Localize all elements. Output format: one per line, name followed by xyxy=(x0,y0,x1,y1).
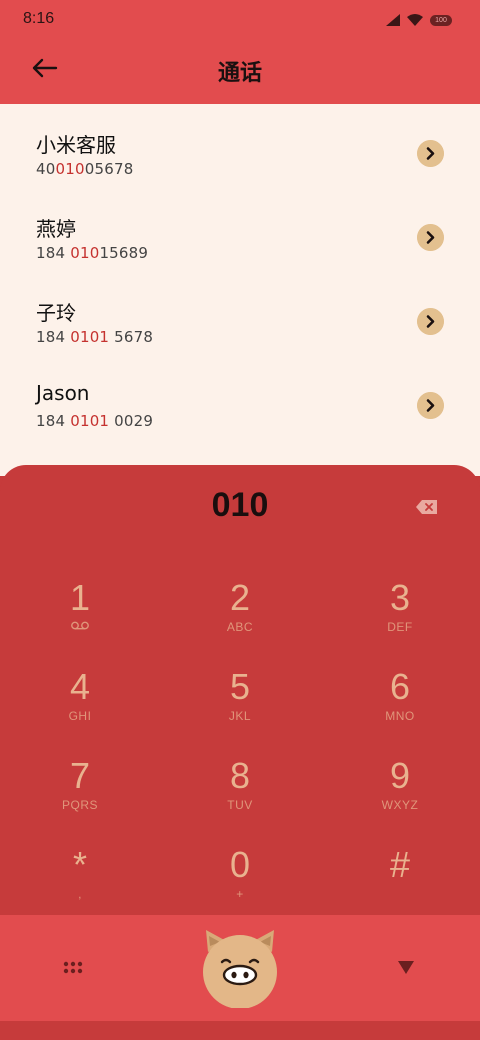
key-letters: GHI xyxy=(68,709,92,723)
number-prefix: 184 xyxy=(36,244,71,262)
contact-number: 184 01015689 xyxy=(36,244,148,262)
voicemail-icon xyxy=(71,621,89,630)
key-5[interactable]: 5 JKL xyxy=(180,667,300,747)
wifi-icon xyxy=(407,14,423,26)
number-match: 010 xyxy=(70,244,100,262)
key-digit: 6 xyxy=(389,666,411,707)
key-letters: , xyxy=(78,887,82,901)
key-8[interactable]: 8 TUV xyxy=(180,756,300,836)
number-suffix: 5678 xyxy=(109,328,154,346)
key-digit: 3 xyxy=(389,577,411,618)
contact-row[interactable]: 小米客服 4001005678 xyxy=(0,104,480,188)
number-match: 0101 xyxy=(70,412,110,430)
contact-row[interactable]: 子玲 184 0101 5678 xyxy=(0,272,480,356)
pig-call-icon[interactable] xyxy=(198,928,282,1008)
backspace-icon[interactable] xyxy=(416,499,438,515)
key-6[interactable]: 6 MNO xyxy=(340,667,460,747)
chevron-right-icon[interactable] xyxy=(417,224,444,251)
contact-name: 小米客服 xyxy=(36,133,116,157)
key-letters: MNO xyxy=(385,709,415,723)
key-4[interactable]: 4 GHI xyxy=(20,667,140,747)
battery-icon: 100 xyxy=(430,14,452,26)
key-digit: # xyxy=(389,844,411,885)
status-time: 8:16 xyxy=(23,10,55,27)
dialed-number: 010 xyxy=(211,486,269,524)
number-prefix: 184 xyxy=(36,328,71,346)
number-suffix: 05678 xyxy=(84,160,134,178)
key-digit: 0 xyxy=(229,844,251,885)
key-letters: JKL xyxy=(228,709,252,723)
key-digit: * xyxy=(72,844,87,885)
contact-number: 4001005678 xyxy=(36,160,133,178)
key-digit: 9 xyxy=(389,755,411,796)
contact-row[interactable]: 燕婷 184 01015689 xyxy=(0,188,480,272)
key-7[interactable]: 7 PQRS xyxy=(20,756,140,836)
key-letters: TUV xyxy=(227,798,253,812)
key-1[interactable]: 1 xyxy=(20,578,140,658)
contact-name: 子玲 xyxy=(36,301,76,325)
contact-name: Jason xyxy=(36,381,90,405)
key-digit: 2 xyxy=(229,577,251,618)
page-title: 通话 xyxy=(217,61,262,86)
key-letters: + xyxy=(236,887,244,901)
key-3[interactable]: 3 DEF xyxy=(340,578,460,658)
number-prefix: 184 xyxy=(36,412,71,430)
triangle-down-icon[interactable] xyxy=(398,961,414,974)
key-letters: ABC xyxy=(226,620,254,634)
key-2[interactable]: 2 ABC xyxy=(180,578,300,658)
number-match: 010 xyxy=(55,160,85,178)
contact-name: 燕婷 xyxy=(36,217,76,241)
bottom-strip xyxy=(0,1021,480,1040)
key-digit: 5 xyxy=(229,666,251,707)
contact-number: 184 0101 5678 xyxy=(36,328,153,346)
chevron-right-icon[interactable] xyxy=(417,392,444,419)
chevron-right-icon[interactable] xyxy=(417,308,444,335)
key-digit: 1 xyxy=(69,577,91,618)
contact-list: 小米客服 4001005678 燕婷 184 01015689 子玲 184 0… xyxy=(0,104,480,476)
key-star[interactable]: * , xyxy=(20,845,140,925)
contact-number: 184 0101 0029 xyxy=(36,412,153,430)
key-digit: 4 xyxy=(69,666,91,707)
key-9[interactable]: 9 WXYZ xyxy=(340,756,460,836)
key-0[interactable]: 0 + xyxy=(180,845,300,925)
key-digit: 7 xyxy=(69,755,91,796)
key-digit: 8 xyxy=(229,755,251,796)
number-suffix: 15689 xyxy=(99,244,149,262)
chevron-right-icon[interactable] xyxy=(417,140,444,167)
key-letters: PQRS xyxy=(61,798,98,812)
status-icons: 100 xyxy=(386,12,452,28)
keypad-grid-icon[interactable] xyxy=(63,961,83,975)
contact-row[interactable]: Jason 184 0101 0029 xyxy=(0,356,480,440)
number-prefix: 40 xyxy=(36,160,56,178)
number-suffix: 0029 xyxy=(109,412,154,430)
key-letters: DEF xyxy=(387,620,413,634)
key-hash[interactable]: # xyxy=(340,845,460,925)
signal-icon xyxy=(386,14,400,26)
number-match: 0101 xyxy=(70,328,110,346)
key-letters: WXYZ xyxy=(381,798,419,812)
